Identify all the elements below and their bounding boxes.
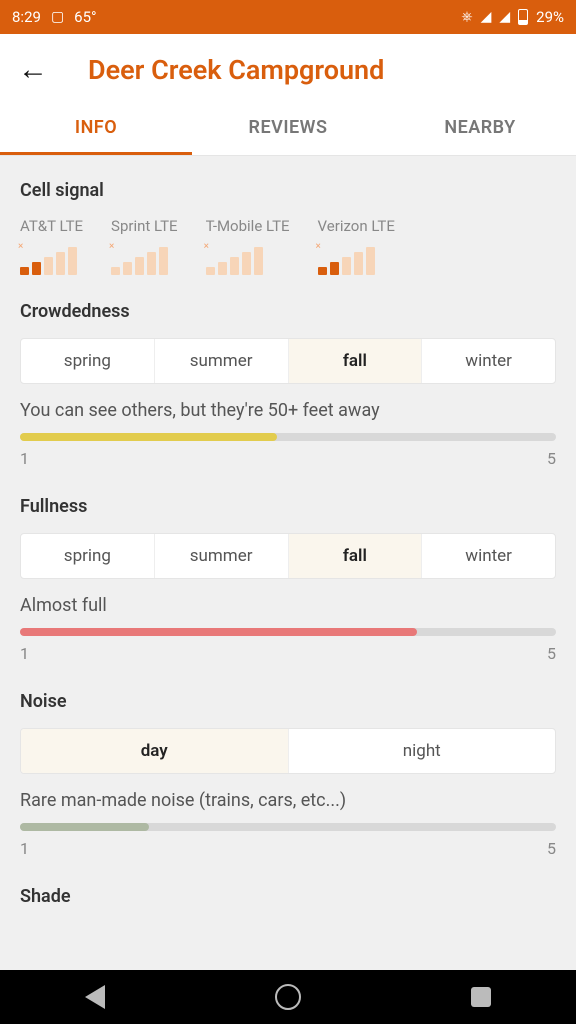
status-temp: 65° bbox=[74, 8, 96, 26]
android-nav-bar bbox=[0, 970, 576, 1024]
fullness-meter bbox=[20, 628, 556, 636]
meter-fill bbox=[20, 823, 149, 831]
noise-options: day night bbox=[20, 728, 556, 774]
wifi-icon: ◢ bbox=[481, 9, 492, 25]
battery-icon bbox=[518, 9, 528, 25]
season-winter[interactable]: winter bbox=[422, 534, 555, 578]
location-icon: ⎈ bbox=[461, 9, 472, 25]
tab-reviews[interactable]: REVIEWS bbox=[192, 95, 384, 155]
crowdedness-desc: You can see others, but they're 50+ feet… bbox=[20, 400, 556, 421]
meter-min: 1 bbox=[20, 839, 29, 858]
meter-min: 1 bbox=[20, 449, 29, 468]
signal-row: AT&T LTE × Sprint LTE × T-Mobile LTE × V… bbox=[20, 217, 556, 275]
fullness-desc: Almost full bbox=[20, 595, 556, 616]
nav-home-icon[interactable] bbox=[275, 984, 301, 1010]
header: ← Deer Creek Campground bbox=[0, 34, 576, 95]
crowdedness-seasons: spring summer fall winter bbox=[20, 338, 556, 384]
meter-labels: 1 5 bbox=[20, 644, 556, 663]
photo-icon: ▢ bbox=[51, 9, 64, 25]
tab-info[interactable]: INFO bbox=[0, 95, 192, 155]
x-icon: × bbox=[109, 241, 114, 252]
signal-bars-icon: × bbox=[20, 245, 83, 275]
noise-day[interactable]: day bbox=[21, 729, 289, 773]
season-winter[interactable]: winter bbox=[422, 339, 555, 383]
cell-signal-title: Cell signal bbox=[20, 180, 556, 201]
signal-label: Verizon LTE bbox=[318, 217, 395, 235]
tabs: INFO REVIEWS NEARBY bbox=[0, 95, 576, 156]
page-title: Deer Creek Campground bbox=[88, 54, 384, 86]
meter-max: 5 bbox=[547, 644, 556, 663]
battery-percent: 29% bbox=[536, 8, 564, 26]
content: Cell signal AT&T LTE × Sprint LTE × T-Mo… bbox=[0, 156, 576, 970]
x-icon: × bbox=[18, 241, 23, 252]
fullness-seasons: spring summer fall winter bbox=[20, 533, 556, 579]
crowdedness-meter bbox=[20, 433, 556, 441]
season-fall[interactable]: fall bbox=[289, 339, 423, 383]
status-bar: 8:29 ▢ 65° ⎈ ◢ ◢ 29% bbox=[0, 0, 576, 34]
status-time: 8:29 bbox=[12, 8, 41, 26]
signal-label: Sprint LTE bbox=[111, 217, 178, 235]
fullness-title: Fullness bbox=[20, 496, 556, 517]
season-spring[interactable]: spring bbox=[21, 534, 155, 578]
signal-bars-icon: × bbox=[111, 245, 178, 275]
meter-min: 1 bbox=[20, 644, 29, 663]
meter-max: 5 bbox=[547, 449, 556, 468]
signal-sprint: Sprint LTE × bbox=[111, 217, 178, 275]
meter-fill bbox=[20, 628, 417, 636]
back-button[interactable]: ← bbox=[18, 52, 48, 87]
noise-title: Noise bbox=[20, 691, 556, 712]
signal-att: AT&T LTE × bbox=[20, 217, 83, 275]
meter-labels: 1 5 bbox=[20, 449, 556, 468]
x-icon: × bbox=[204, 241, 209, 252]
season-summer[interactable]: summer bbox=[155, 534, 289, 578]
season-spring[interactable]: spring bbox=[21, 339, 155, 383]
signal-tmobile: T-Mobile LTE × bbox=[206, 217, 290, 275]
shade-title: Shade bbox=[20, 886, 556, 907]
x-icon: × bbox=[316, 241, 321, 252]
noise-desc: Rare man-made noise (trains, cars, etc..… bbox=[20, 790, 556, 811]
season-fall[interactable]: fall bbox=[289, 534, 423, 578]
signal-verizon: Verizon LTE × bbox=[318, 217, 395, 275]
tab-nearby[interactable]: NEARBY bbox=[384, 95, 576, 155]
meter-fill bbox=[20, 433, 277, 441]
crowdedness-title: Crowdedness bbox=[20, 301, 556, 322]
signal-bars-icon: × bbox=[206, 245, 290, 275]
noise-meter bbox=[20, 823, 556, 831]
meter-labels: 1 5 bbox=[20, 839, 556, 858]
cell-icon: ◢ bbox=[499, 9, 510, 25]
noise-night[interactable]: night bbox=[289, 729, 556, 773]
meter-max: 5 bbox=[547, 839, 556, 858]
season-summer[interactable]: summer bbox=[155, 339, 289, 383]
nav-recent-icon[interactable] bbox=[471, 987, 491, 1007]
signal-bars-icon: × bbox=[318, 245, 395, 275]
signal-label: T-Mobile LTE bbox=[206, 217, 290, 235]
signal-label: AT&T LTE bbox=[20, 217, 83, 235]
nav-back-icon[interactable] bbox=[85, 985, 105, 1009]
